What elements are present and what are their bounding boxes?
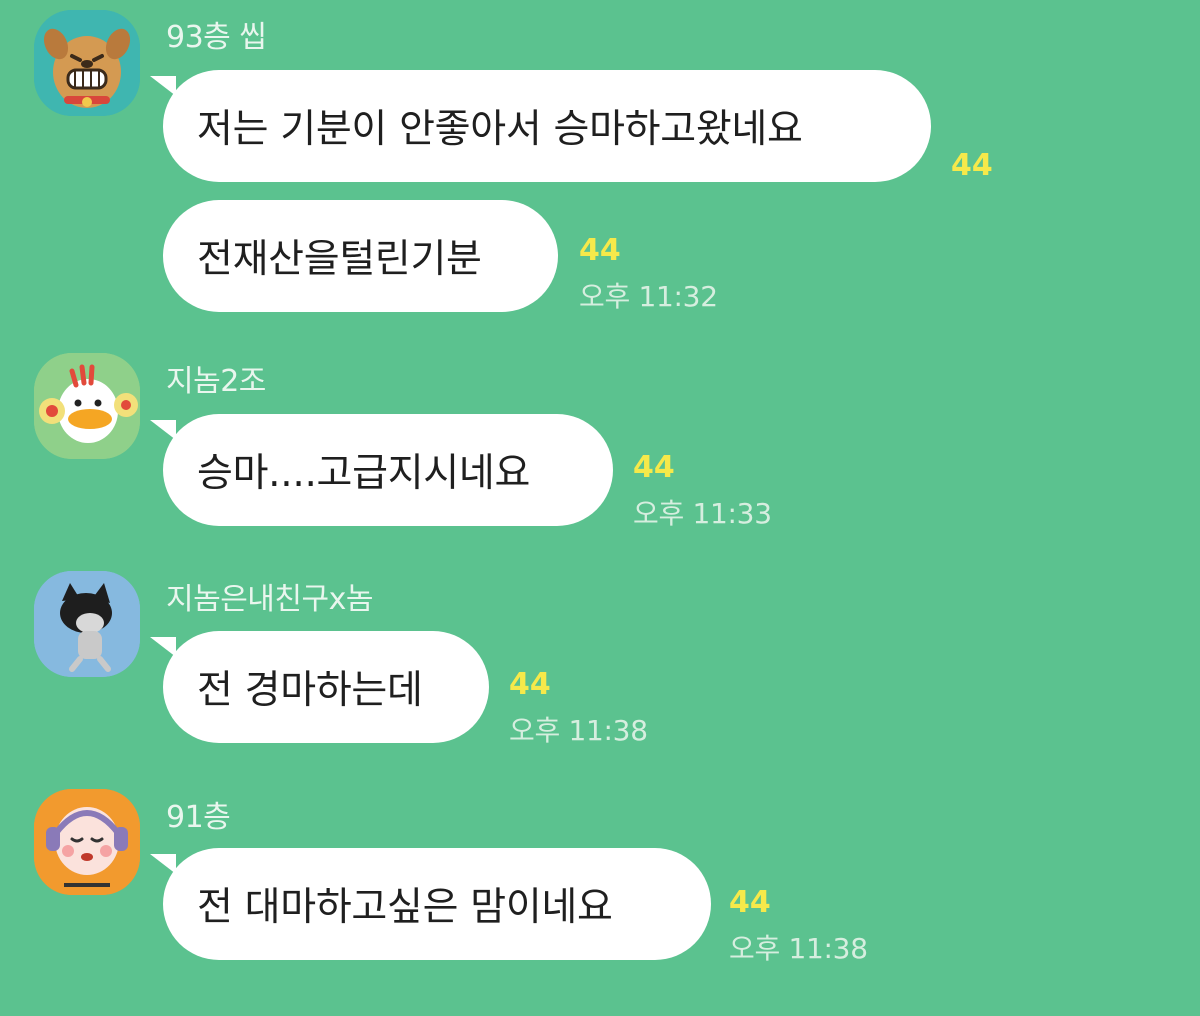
message-time: 오후 11:32 (579, 280, 718, 313)
message-bubble[interactable]: 전 경마하는데 (163, 631, 489, 743)
message-bubble[interactable]: 전재산을털린기분 (163, 200, 558, 312)
dog-character-icon (34, 10, 140, 116)
avatar[interactable] (34, 789, 140, 895)
duck-cheerleader-icon (34, 353, 140, 459)
peach-headphones-icon (34, 789, 140, 895)
sender-name: 91층 (166, 800, 231, 835)
message-time: 오후 11:38 (509, 714, 648, 747)
sender-name: 지놈2조 (166, 364, 266, 399)
unread-count: 44 (633, 450, 675, 485)
unread-count: 44 (509, 667, 551, 702)
sender-name: 93층 씹 (166, 20, 267, 55)
message-bubble[interactable]: 승마....고급지시네요 (163, 414, 613, 526)
avatar[interactable] (34, 10, 140, 116)
cat-character-icon (34, 571, 140, 677)
unread-count: 44 (951, 148, 993, 183)
message-time: 오후 11:33 (633, 497, 772, 530)
message-bubble[interactable]: 저는 기분이 안좋아서 승마하고왔네요 (163, 70, 931, 182)
message-time: 오후 11:38 (729, 932, 868, 965)
avatar[interactable] (34, 353, 140, 459)
sender-name: 지놈은내친구x놈 (166, 582, 373, 617)
unread-count: 44 (729, 885, 771, 920)
unread-count: 44 (579, 233, 621, 268)
message-bubble[interactable]: 전 대마하고싶은 맘이네요 (163, 848, 711, 960)
avatar[interactable] (34, 571, 140, 677)
